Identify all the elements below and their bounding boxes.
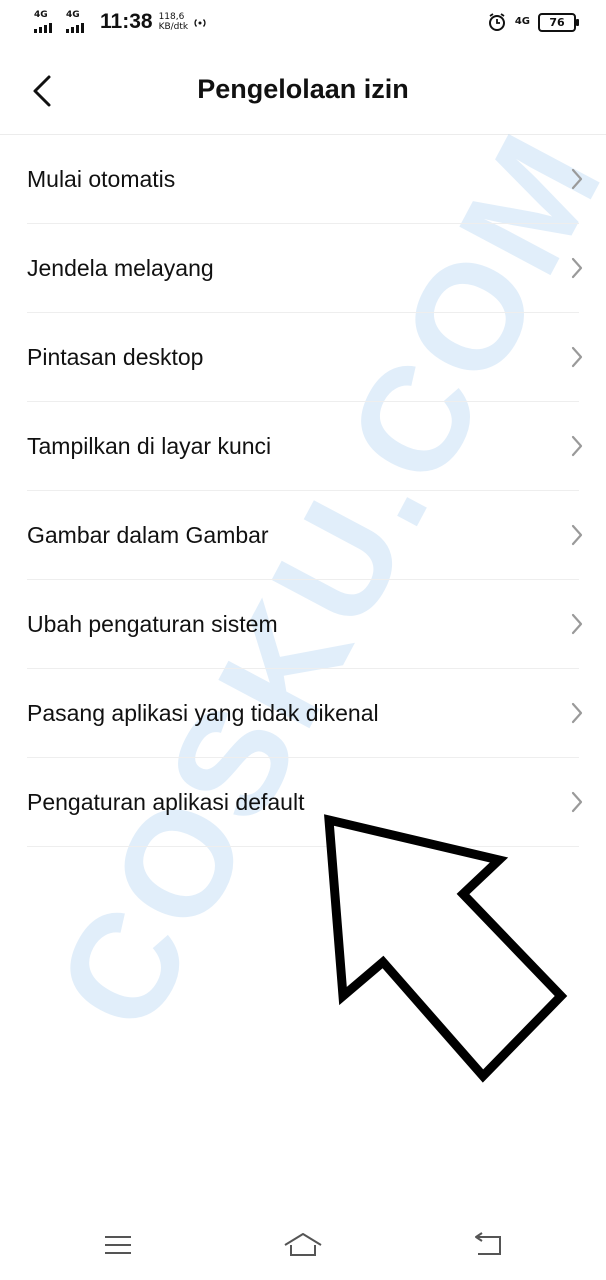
sim1-signal: 4G: [34, 11, 60, 33]
signal-bars-icon: [34, 23, 52, 33]
page-title: Pengelolaan izin: [197, 74, 409, 104]
battery-level: 76: [549, 15, 565, 29]
battery-icon: 76: [538, 12, 579, 32]
nav-menu-button[interactable]: [98, 1229, 138, 1261]
chevron-right-icon: [571, 791, 583, 813]
app-header: Pengelolaan izin: [0, 46, 606, 135]
list-item-label: Pengaturan aplikasi default: [27, 788, 305, 815]
nav-back-button[interactable]: [468, 1229, 508, 1261]
network-speed-value: 118,6: [158, 12, 185, 22]
status-bar-right: 4G 76: [487, 12, 579, 32]
chevron-right-icon: [571, 257, 583, 279]
permission-list: Mulai otomatis Jendela melayang Pintasan…: [0, 135, 606, 847]
sim2-network-label: 4G: [66, 10, 80, 20]
list-item-label: Pintasan desktop: [27, 343, 204, 370]
sim2-signal: 4G: [66, 11, 92, 33]
list-item-tampilkan-di-layar-kunci[interactable]: Tampilkan di layar kunci: [27, 402, 583, 491]
list-item-pengaturan-aplikasi-default[interactable]: Pengaturan aplikasi default: [27, 758, 583, 847]
list-item-label: Ubah pengaturan sistem: [27, 610, 278, 637]
list-item-jendela-melayang[interactable]: Jendela melayang: [27, 224, 583, 313]
status-time: 11:38: [100, 10, 153, 33]
network-speed: 118,6 KB/dtk: [159, 12, 189, 32]
list-item-ubah-pengaturan-sistem[interactable]: Ubah pengaturan sistem: [27, 580, 583, 669]
chevron-right-icon: [571, 346, 583, 368]
navigation-bar: [0, 1215, 606, 1280]
hotspot-icon: [194, 19, 206, 27]
list-item-pintasan-desktop[interactable]: Pintasan desktop: [27, 313, 583, 402]
right-network-label: 4G: [514, 16, 530, 27]
list-item-label: Jendela melayang: [27, 254, 214, 281]
status-bar: 4G 4G 11:38 118,6 KB/dtk 4G 76: [0, 0, 606, 46]
screen: 4G 4G 11:38 118,6 KB/dtk 4G 76 Pengelola…: [0, 0, 606, 1280]
list-item-label: Mulai otomatis: [27, 165, 176, 192]
home-icon: [284, 1233, 322, 1256]
nav-home-button[interactable]: [283, 1229, 323, 1261]
pointer-arrow-icon: [324, 814, 568, 1083]
back-icon: [475, 1232, 501, 1255]
list-item-mulai-otomatis[interactable]: Mulai otomatis: [27, 135, 583, 224]
chevron-right-icon: [571, 524, 583, 546]
chevron-right-icon: [571, 435, 583, 457]
network-speed-unit: KB/dtk: [158, 22, 189, 32]
signal-bars-icon: [66, 23, 84, 33]
chevron-right-icon: [571, 168, 583, 190]
list-item-label: Tampilkan di layar kunci: [27, 432, 272, 459]
list-item-gambar-dalam-gambar[interactable]: Gambar dalam Gambar: [27, 491, 583, 580]
menu-icon: [105, 1236, 131, 1254]
status-bar-left: 4G 4G 11:38 118,6 KB/dtk: [34, 10, 208, 34]
alarm-icon: [488, 13, 505, 31]
chevron-right-icon: [571, 702, 583, 724]
sim1-network-label: 4G: [34, 10, 48, 20]
list-item-pasang-aplikasi-tidak-dikenal[interactable]: Pasang aplikasi yang tidak dikenal: [27, 669, 583, 758]
list-item-label: Pasang aplikasi yang tidak dikenal: [27, 699, 379, 726]
chevron-right-icon: [571, 613, 583, 635]
list-item-label: Gambar dalam Gambar: [27, 521, 269, 548]
